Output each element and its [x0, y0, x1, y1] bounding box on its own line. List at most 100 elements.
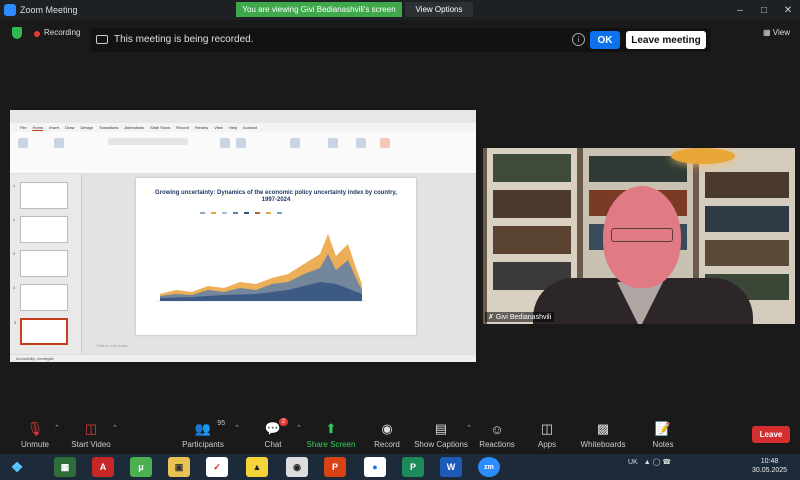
notes-placeholder[interactable]: Click to add notes — [96, 343, 128, 348]
file-explorer-taskbar-icon[interactable]: ▣ — [168, 457, 190, 477]
participant-name: Givi Bedianashvili — [495, 313, 552, 321]
legend-swatch — [255, 212, 260, 214]
ok-button[interactable]: OK — [590, 31, 620, 49]
zoom-taskbar-icon[interactable]: zm — [478, 457, 500, 477]
slide-thumbnails: 1 2 3 4 5 — [10, 174, 82, 354]
current-slide: Growing uncertainty: Dynamics of the eco… — [136, 178, 416, 335]
legend-swatch — [233, 212, 238, 214]
notes-button[interactable]: 📝 Notes — [628, 420, 698, 449]
dictate-icon — [328, 138, 338, 148]
meeting-toolbar: 🎙 Unmute ⌃ ◫ Start Video ⌃ 👥 95 Participa… — [0, 418, 800, 454]
ribbon-tab[interactable]: Draw — [65, 125, 74, 130]
record-icon: ◉ — [381, 421, 393, 436]
slide-canvas: Growing uncertainty: Dynamics of the eco… — [82, 174, 476, 354]
captions-icon: ▤ — [434, 421, 448, 436]
powerpoint-title-bar — [10, 110, 476, 123]
ribbon-tab[interactable]: Transitions — [99, 125, 118, 130]
legend-swatch — [277, 212, 282, 214]
recording-notice-bar: This meeting is being recorded. i OK Lea… — [90, 28, 710, 52]
ribbon-tab[interactable]: Design — [80, 125, 92, 130]
new-slide-icon — [54, 138, 64, 148]
legend-swatch — [244, 212, 249, 214]
security-shield-icon[interactable] — [12, 27, 22, 39]
ribbon-tab[interactable]: Acrobat — [243, 125, 257, 130]
window-controls: – □ ✕ — [728, 0, 800, 20]
leave-button[interactable]: Leave — [752, 426, 790, 443]
ceiling-lamp — [671, 148, 735, 164]
muted-microphone-icon: 🎙 — [26, 421, 44, 436]
participant-video[interactable]: ✗ Givi Bedianashvili — [483, 148, 795, 324]
participants-label: Participants — [182, 440, 224, 449]
view-button[interactable]: ▦ View — [763, 28, 790, 37]
recording-message: This meeting is being recorded. — [114, 34, 254, 45]
legend-swatch — [200, 212, 205, 214]
windows-start-icon[interactable]: ❖ — [6, 457, 28, 477]
leave-meeting-button[interactable]: Leave meeting — [626, 31, 706, 49]
shapes-icon — [220, 138, 230, 148]
view-label: View — [772, 28, 790, 37]
share-screen-label: Share Screen — [306, 440, 356, 449]
ribbon — [10, 132, 476, 174]
unmute-label: Unmute — [20, 440, 49, 449]
ribbon-tab[interactable]: Animations — [124, 125, 144, 130]
info-icon[interactable]: i — [572, 33, 585, 46]
chat-label: Chat — [264, 440, 282, 449]
slide-thumbnail: 1 — [13, 182, 68, 209]
addins-icon — [356, 138, 366, 148]
chat-icon: 💬 2 — [265, 418, 289, 438]
show-captions-label: Show Captions — [414, 440, 468, 449]
taskbar-app-icon[interactable]: ✓ — [206, 457, 228, 477]
reactions-icon: ☺ — [490, 421, 504, 437]
taskbar-clock[interactable]: 10:48 30.05.2025 — [752, 457, 787, 475]
recording-dot-icon — [34, 31, 40, 37]
ribbon-tab[interactable]: Home — [32, 125, 44, 131]
participants-icon: 👥 95 — [194, 420, 226, 436]
whiteboard-icon: ▩ — [596, 421, 610, 436]
video-off-icon: ◫ — [84, 421, 98, 436]
taskbar-app-icon[interactable]: ▲ — [246, 457, 268, 477]
reactions-label: Reactions — [479, 440, 515, 449]
ribbon-tab[interactable]: Record — [176, 125, 189, 130]
glasses — [611, 228, 673, 242]
participants-count: 95 — [217, 420, 226, 427]
shared-screen: File Home Insert Draw Design Transitions Anima… — [10, 110, 476, 362]
slide-thumbnail: 4 — [13, 284, 68, 311]
camera-record-icon — [96, 35, 108, 44]
ribbon-tabs: File Home Insert Draw Design Transitions Anima… — [10, 123, 476, 132]
ribbon-tab[interactable]: Help — [229, 125, 237, 130]
designer-icon — [380, 138, 390, 148]
clock-time: 10:48 — [760, 458, 779, 465]
video-options-chevron-icon[interactable]: ⌃ — [112, 424, 118, 432]
tray-icons[interactable]: ▲ ◯ ☎ — [644, 458, 671, 466]
minimize-icon[interactable]: – — [728, 0, 752, 20]
close-icon[interactable]: ✕ — [776, 0, 800, 20]
taskbar-app-icon[interactable]: ▦ — [54, 457, 76, 477]
word-taskbar-icon[interactable]: W — [440, 457, 462, 477]
ribbon-tab[interactable]: File — [20, 125, 26, 130]
font-box — [108, 138, 188, 145]
ribbon-tab[interactable]: Slide Show — [150, 125, 170, 130]
accessibility-status[interactable]: Accessibility: Investigate — [16, 357, 54, 361]
view-options-button[interactable]: View Options — [405, 2, 473, 17]
ribbon-tab[interactable]: Insert — [49, 125, 59, 130]
ribbon-tab[interactable]: Review — [195, 125, 208, 130]
taskbar-app-icon[interactable]: ◉ — [286, 457, 308, 477]
legend-swatch — [266, 212, 271, 214]
keyboard-language[interactable]: UK — [628, 459, 638, 466]
publisher-taskbar-icon[interactable]: P — [402, 457, 424, 477]
whiteboards-label: Whiteboards — [580, 440, 626, 449]
ribbon-tab[interactable]: View — [214, 125, 223, 130]
participants-button[interactable]: 👥 95 Participants — [168, 420, 238, 449]
share-screen-icon: ⬆ — [325, 421, 337, 436]
slide-thumbnail: 3 — [13, 250, 68, 277]
chrome-taskbar-icon[interactable]: ● — [364, 457, 386, 477]
muted-mic-icon: ✗ — [488, 314, 494, 321]
acrobat-taskbar-icon[interactable]: A — [92, 457, 114, 477]
clock-date: 30.05.2025 — [752, 467, 788, 474]
recording-label: Recording — [44, 28, 81, 37]
legend-swatch — [222, 212, 227, 214]
torrent-taskbar-icon[interactable]: μ — [130, 457, 152, 477]
maximize-icon[interactable]: □ — [752, 0, 776, 20]
legend-swatch — [211, 212, 216, 214]
powerpoint-taskbar-icon[interactable]: P — [324, 457, 346, 477]
